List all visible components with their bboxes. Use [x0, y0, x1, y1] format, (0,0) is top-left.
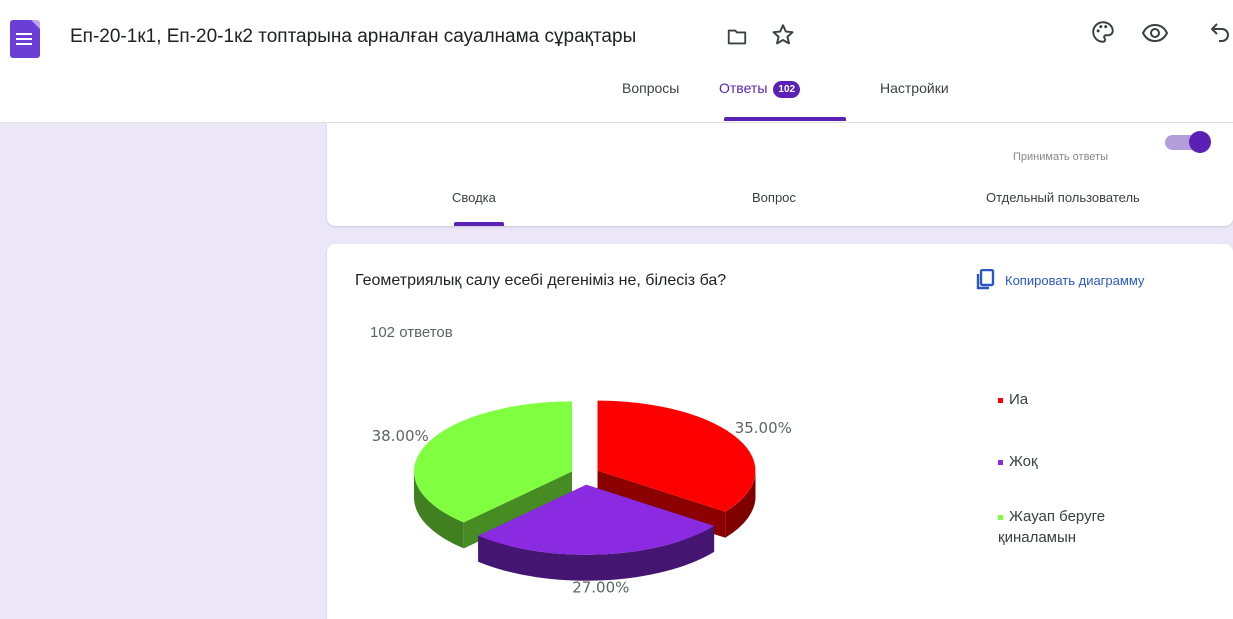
answers-count-badge: 102 — [773, 80, 801, 98]
copy-icon — [976, 269, 995, 290]
active-tab-indicator — [724, 117, 846, 121]
legend-label: Жауап беруге қиналамын — [998, 508, 1106, 546]
subtab-question[interactable]: Вопрос — [752, 190, 796, 205]
legend-label: Жоқ — [1009, 453, 1038, 470]
active-subtab-indicator — [454, 222, 504, 226]
copy-chart-label: Копировать диаграмму — [1005, 272, 1145, 288]
undo-icon[interactable] — [1208, 19, 1232, 45]
legend-swatch — [998, 514, 1003, 520]
document-title[interactable]: Еп-20-1к1, Еп-20-1к2 топтарына арналған … — [70, 26, 636, 48]
accept-responses-label: Принимать ответы — [1013, 151, 1108, 163]
legend-item-yes: Иа — [998, 389, 1028, 410]
folder-icon[interactable] — [726, 26, 748, 48]
legend-swatch — [998, 397, 1003, 403]
palette-icon[interactable] — [1090, 19, 1116, 45]
eye-icon[interactable] — [1141, 22, 1169, 44]
legend-item-no: Жоқ — [998, 451, 1038, 472]
star-icon[interactable] — [770, 22, 796, 48]
subtab-individual[interactable]: Отдельный пользователь — [986, 190, 1140, 205]
subtab-summary[interactable]: Сводка — [452, 190, 496, 205]
pie-label-no: 27.00% — [572, 579, 629, 597]
responses-header-card — [327, 123, 1233, 226]
legend-swatch — [998, 459, 1003, 465]
tab-answers[interactable]: Ответы 102 — [719, 80, 801, 98]
tab-settings[interactable]: Настройки — [880, 80, 949, 96]
tab-questions[interactable]: Вопросы — [622, 80, 679, 96]
legend-item-unsure: Жауап беруге қиналамын — [998, 506, 1138, 548]
tab-answers-label: Ответы — [719, 80, 768, 96]
top-bar: Еп-20-1к1, Еп-20-1к2 топтарына арналған … — [0, 0, 1233, 123]
forms-app-icon[interactable] — [10, 20, 40, 58]
accept-responses-toggle[interactable] — [1165, 126, 1211, 153]
legend-label: Иа — [1009, 391, 1029, 408]
copy-chart-button[interactable]: Копировать диаграмму — [975, 268, 1144, 292]
pie-label-unsure: 38.00% — [372, 427, 429, 445]
question-title: Геометриялық салу есебі дегеніміз не, бі… — [355, 272, 727, 289]
pie-chart: 35.00% 27.00% 38.00% — [372, 400, 792, 597]
response-count: 102 ответов — [370, 324, 453, 341]
pie-label-yes: 35.00% — [735, 419, 792, 437]
